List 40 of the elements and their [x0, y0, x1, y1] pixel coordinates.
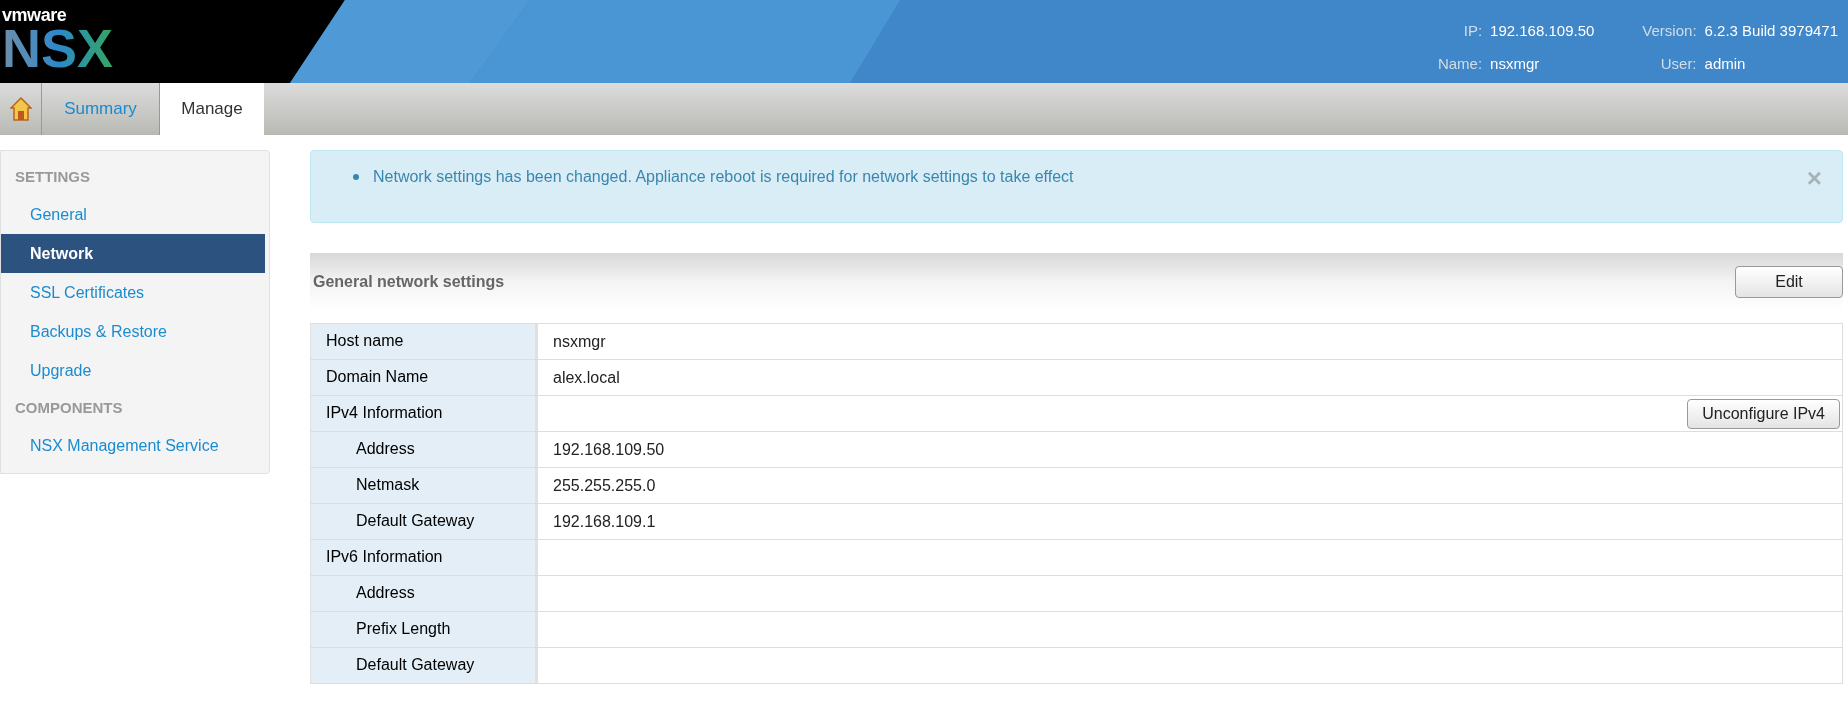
sidebar-heading: COMPONENTS	[14, 397, 124, 418]
logo-text: vmware	[2, 6, 68, 24]
info-label: Name:	[1437, 53, 1483, 74]
label-cell: Address	[310, 576, 538, 611]
info-value: 192.168.109.50	[1490, 21, 1596, 41]
alert-message: Network settings has been changed. Appliance reboot is required for network settings to take effect	[373, 167, 1074, 187]
edit-button[interactable]: Edit	[1735, 266, 1843, 298]
cell-value: nsxmgr	[553, 331, 606, 352]
cell-value: 192.168.109.50	[553, 439, 665, 460]
section-title: General network settings	[313, 272, 505, 292]
sidebar-item[interactable]: Network	[1, 234, 265, 273]
label-cell: Netmask	[310, 468, 538, 503]
info-value: 6.2.3 Build 3979471	[1704, 21, 1838, 41]
bullet-icon	[353, 174, 359, 180]
label-cell: Prefix Length	[310, 612, 538, 647]
sidebar-item[interactable]: NSX Management Service	[1, 426, 269, 465]
info-label: IP:	[1462, 21, 1483, 41]
tab[interactable]: Manage	[160, 83, 264, 135]
label-cell: Address	[310, 432, 538, 467]
label-cell: Default Gateway	[310, 504, 538, 539]
label-cell: IPv4 Information	[310, 396, 538, 431]
label-cell: Host name	[310, 324, 538, 359]
sidebar-item[interactable]: Backups & Restore	[1, 312, 269, 351]
info-label: User:	[1659, 53, 1697, 74]
sidebar-item[interactable]: SSL Certificates	[1, 273, 269, 312]
cell-value: alex.local	[553, 367, 620, 388]
unconfigure-button[interactable]: Unconfigure IPv4	[1687, 398, 1840, 429]
home-icon	[9, 97, 32, 121]
close-button[interactable]: ×	[1806, 165, 1822, 191]
sidebar-item[interactable]: General	[1, 195, 269, 234]
sidebar-item[interactable]: Upgrade	[1, 351, 269, 390]
info-value: nsxmgr	[1490, 53, 1541, 74]
cell-value: 192.168.109.1	[553, 511, 656, 532]
label-cell: IPv6 Information	[310, 540, 538, 575]
info-value: admin	[1704, 53, 1747, 74]
sidebar-heading: SETTINGS	[14, 166, 91, 187]
label-cell: Default Gateway	[310, 648, 538, 683]
info-label: Version:	[1642, 21, 1697, 41]
label-cell: Domain Name	[310, 360, 538, 395]
cell-value: 255.255.255.0	[553, 475, 656, 496]
